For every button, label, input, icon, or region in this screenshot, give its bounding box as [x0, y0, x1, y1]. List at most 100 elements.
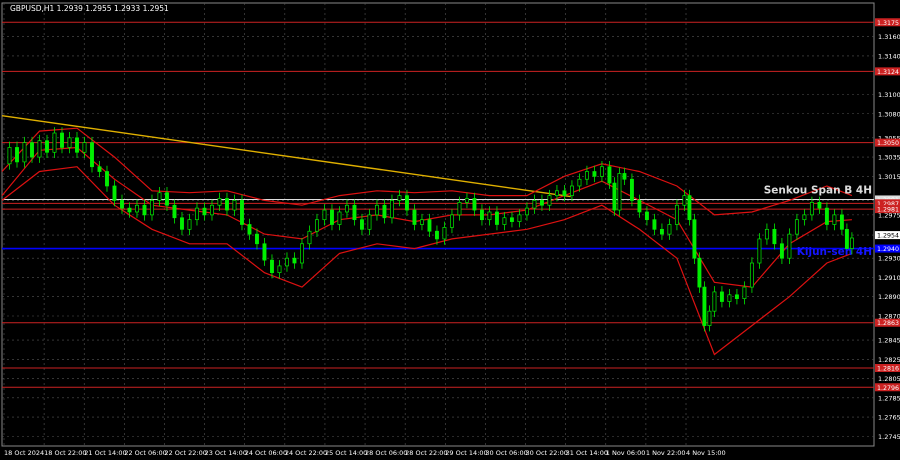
candle-body [599, 166, 604, 177]
candle-body [802, 214, 807, 221]
candle-body [719, 291, 724, 302]
candle-body [465, 198, 469, 203]
y-tick-label: 1.3080 [878, 110, 900, 118]
candle-body [352, 204, 357, 221]
candle-body [659, 228, 664, 235]
level-annotation: Senkou Span B 4H [764, 185, 872, 197]
y-tick-label: 1.2890 [878, 293, 900, 301]
candle-body [554, 190, 559, 196]
y-tick-label: 1.3160 [878, 33, 900, 41]
candle-body [105, 171, 109, 187]
candle-body [612, 182, 617, 211]
candle-body [427, 219, 432, 232]
candle-body [712, 291, 717, 312]
y-tick-label: 1.2825 [878, 356, 900, 364]
candle-body [450, 214, 454, 228]
candle-body [120, 200, 124, 209]
price-chart[interactable]: 1.31601.31401.31001.30801.30551.30351.30… [0, 0, 900, 460]
candle-body [494, 211, 499, 225]
candle-body [839, 214, 844, 230]
candle-body [7, 147, 12, 165]
candle-body [67, 137, 72, 148]
level-price-label: 1.2796 [877, 385, 899, 392]
candle-body [727, 294, 732, 302]
candle-body [472, 198, 477, 211]
candle-body [674, 204, 679, 225]
candle-body [794, 219, 799, 235]
time-axis: 18 Oct 2024 18 Oct 22:0021 Oct 14:0022 Oc… [4, 449, 726, 457]
candle-body [584, 171, 589, 180]
chart-title: GBPUSD,H1 1.2939 1.2955 1.2933 1.2951 [10, 4, 169, 13]
level-annotation: Kijun-sen 4H [797, 246, 872, 258]
level-price-label: 1.3175 [877, 20, 899, 27]
candle-body [322, 209, 327, 221]
y-tick-label: 1.2765 [878, 414, 900, 422]
candle-body [405, 195, 409, 211]
candle-body [315, 219, 319, 232]
y-tick-label: 1.2930 [878, 255, 900, 263]
candle-body [375, 204, 379, 216]
candle-body [824, 207, 829, 225]
candle-body [262, 243, 267, 261]
level-price-label: 1.2816 [877, 365, 899, 372]
candle-body [330, 209, 334, 225]
y-tick-label: 1.3140 [878, 52, 900, 60]
candle-body [15, 147, 19, 163]
candle-body [195, 207, 199, 221]
y-tick-label: 1.2745 [878, 433, 900, 441]
candle-body [702, 286, 707, 326]
candle-body [247, 224, 252, 235]
candle-body [172, 204, 177, 219]
candle-body [442, 227, 447, 240]
y-tick-label: 1.2845 [878, 337, 900, 345]
candle-body [75, 137, 79, 153]
candle-body [692, 219, 697, 259]
x-tick-label: 25 Oct 14:00 [325, 449, 367, 457]
x-tick-label: 30 Oct 06:00 [485, 449, 527, 457]
candle-body [652, 219, 657, 230]
candle-body [487, 211, 492, 221]
candle-body [255, 233, 259, 245]
y-tick-label: 1.3035 [878, 154, 900, 162]
candle-body [617, 173, 622, 211]
candle-body [45, 140, 49, 153]
level-price-label: 1.3124 [877, 69, 899, 76]
candle-body [764, 228, 769, 240]
candle-body [707, 310, 712, 326]
candle-body [757, 238, 762, 264]
level-price-label: 1.2981 [877, 207, 899, 214]
x-tick-label: 29 Oct 14:00 [445, 449, 487, 457]
candle-body [127, 207, 132, 213]
candle-body [420, 219, 424, 225]
candle-body [629, 178, 634, 201]
x-tick-label: 28 Oct 06:00 [365, 449, 407, 457]
x-tick-label: 1 Nov 22:00 [646, 449, 686, 457]
candle-body [30, 142, 34, 158]
x-tick-label: 22 Oct 06:00 [124, 449, 166, 457]
x-tick-label: 18 Oct 22:00 [44, 449, 86, 457]
level-price-label: 1.3050 [877, 140, 899, 147]
x-tick-label: 30 Oct 22:00 [526, 449, 568, 457]
candle-body [562, 190, 567, 196]
candle-body [687, 195, 692, 221]
candle-body [637, 200, 642, 213]
candle-body [165, 192, 169, 206]
candle-body [509, 217, 514, 222]
candle-body [809, 202, 814, 216]
candle-body [285, 257, 289, 267]
candle-body [187, 219, 192, 230]
level-price-label: 1.2940 [877, 246, 899, 253]
candle-body [97, 166, 102, 172]
candle-body [202, 207, 207, 216]
candle-body [667, 224, 672, 235]
candle-body [345, 204, 349, 213]
candle-body [435, 230, 439, 240]
candle-body [210, 204, 214, 216]
candle-body [150, 200, 154, 216]
x-tick-label: 22 Oct 22:00 [164, 449, 206, 457]
candle-body [817, 202, 822, 209]
candle-body [37, 140, 42, 158]
y-tick-label: 1.3015 [878, 173, 900, 181]
candle-body [240, 200, 244, 225]
candle-body [142, 204, 147, 216]
